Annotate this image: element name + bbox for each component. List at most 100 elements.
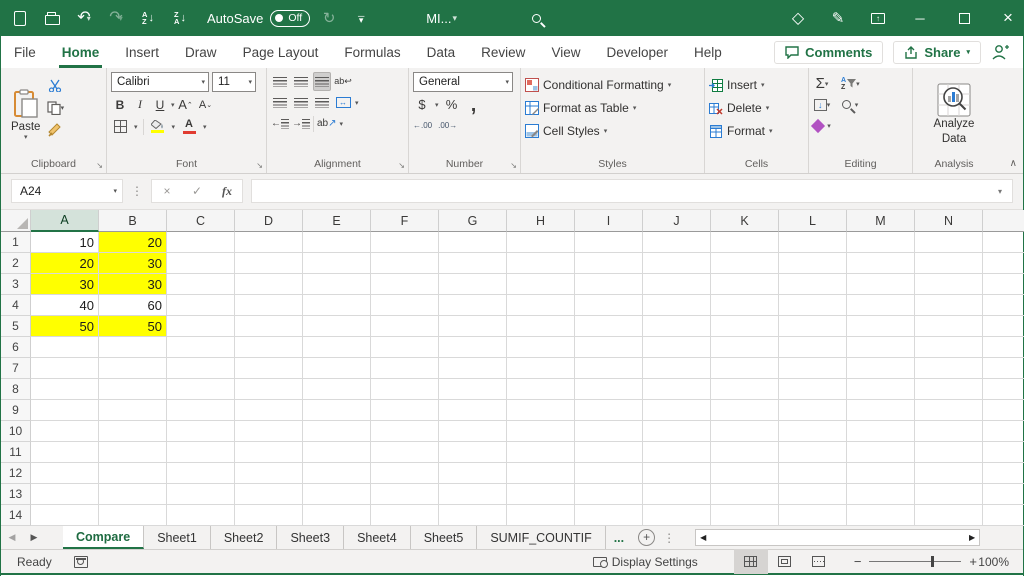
cell-L2[interactable] bbox=[779, 253, 847, 274]
inking-pen-icon[interactable]: ✎ bbox=[825, 5, 851, 31]
cell-J7[interactable] bbox=[643, 358, 711, 379]
cell-F14[interactable] bbox=[371, 505, 439, 526]
analyze-data-button[interactable]: Analyze Data bbox=[926, 72, 983, 157]
undo-icon[interactable]: ↶▾ bbox=[71, 5, 97, 31]
tab-data[interactable]: Data bbox=[414, 36, 469, 68]
cell-E9[interactable] bbox=[303, 400, 371, 421]
number-format-combo[interactable]: General▾ bbox=[413, 72, 513, 92]
cell-A13[interactable] bbox=[31, 484, 99, 505]
tab-view[interactable]: View bbox=[538, 36, 593, 68]
redo-icon[interactable]: ↷▾ bbox=[103, 5, 129, 31]
cell-J9[interactable] bbox=[643, 400, 711, 421]
cell-A6[interactable] bbox=[31, 337, 99, 358]
zoom-slider-thumb[interactable] bbox=[931, 556, 934, 567]
paste-button[interactable]: Paste ▾ bbox=[5, 72, 46, 157]
tab-help[interactable]: Help bbox=[681, 36, 735, 68]
cell-F3[interactable] bbox=[371, 274, 439, 295]
cell-D3[interactable] bbox=[235, 274, 303, 295]
cell-C7[interactable] bbox=[167, 358, 235, 379]
select-all-corner[interactable] bbox=[1, 210, 31, 232]
cell-J3[interactable] bbox=[643, 274, 711, 295]
people-icon[interactable] bbox=[991, 44, 1011, 60]
cell-K12[interactable] bbox=[711, 463, 779, 484]
cell-L12[interactable] bbox=[779, 463, 847, 484]
minimize-button[interactable]: ─ bbox=[905, 5, 935, 31]
number-dialog-launcher[interactable]: ↘ bbox=[510, 161, 517, 170]
cell-I10[interactable] bbox=[575, 421, 643, 442]
cell-D4[interactable] bbox=[235, 295, 303, 316]
cell-J12[interactable] bbox=[643, 463, 711, 484]
cell-H1[interactable] bbox=[507, 232, 575, 253]
zoom-in-icon[interactable]: + bbox=[969, 554, 977, 569]
conditional-formatting-button[interactable]: Conditional Formatting▾ bbox=[525, 74, 700, 96]
cell-F9[interactable] bbox=[371, 400, 439, 421]
cell-E3[interactable] bbox=[303, 274, 371, 295]
cell-C4[interactable] bbox=[167, 295, 235, 316]
underline-button[interactable]: U bbox=[151, 95, 169, 114]
cell-C10[interactable] bbox=[167, 421, 235, 442]
cell-K7[interactable] bbox=[711, 358, 779, 379]
cell-B6[interactable] bbox=[99, 337, 167, 358]
cell-C6[interactable] bbox=[167, 337, 235, 358]
cell-F13[interactable] bbox=[371, 484, 439, 505]
cell-H4[interactable] bbox=[507, 295, 575, 316]
cell-M3[interactable] bbox=[847, 274, 915, 295]
tab-draw[interactable]: Draw bbox=[172, 36, 230, 68]
column-header-G[interactable]: G bbox=[439, 210, 507, 232]
tab-splitter[interactable]: ⋮ bbox=[663, 531, 675, 545]
row-header-10[interactable]: 10 bbox=[1, 421, 31, 442]
cell-A1[interactable]: 10 bbox=[31, 232, 99, 253]
fill-down-icon[interactable]: ↓▾ bbox=[813, 95, 831, 114]
cell-A5[interactable]: 50 bbox=[31, 316, 99, 337]
orientation-dropdown[interactable]: ▾ bbox=[340, 120, 344, 128]
cell-G11[interactable] bbox=[439, 442, 507, 463]
cell-I3[interactable] bbox=[575, 274, 643, 295]
cell-E6[interactable] bbox=[303, 337, 371, 358]
cell-K1[interactable] bbox=[711, 232, 779, 253]
search-icon[interactable] bbox=[523, 5, 549, 31]
cell-A2[interactable]: 20 bbox=[31, 253, 99, 274]
tab-developer[interactable]: Developer bbox=[593, 36, 681, 68]
zoom-out-icon[interactable]: − bbox=[854, 554, 862, 569]
cell-B4[interactable]: 60 bbox=[99, 295, 167, 316]
cell-C1[interactable] bbox=[167, 232, 235, 253]
cell-E7[interactable] bbox=[303, 358, 371, 379]
cell-N12[interactable] bbox=[915, 463, 983, 484]
cell-B3[interactable]: 30 bbox=[99, 274, 167, 295]
cell-M2[interactable] bbox=[847, 253, 915, 274]
cell-B10[interactable] bbox=[99, 421, 167, 442]
align-middle-icon[interactable] bbox=[292, 72, 310, 91]
cell-H5[interactable] bbox=[507, 316, 575, 337]
cell-N6[interactable] bbox=[915, 337, 983, 358]
align-center-icon[interactable] bbox=[292, 93, 310, 112]
cell-J13[interactable] bbox=[643, 484, 711, 505]
cell-G14[interactable] bbox=[439, 505, 507, 526]
cut-icon[interactable] bbox=[46, 76, 64, 95]
cell-L4[interactable] bbox=[779, 295, 847, 316]
cell-I9[interactable] bbox=[575, 400, 643, 421]
cell-K2[interactable] bbox=[711, 253, 779, 274]
clear-eraser-icon[interactable]: ▾ bbox=[813, 116, 831, 135]
cell-E4[interactable] bbox=[303, 295, 371, 316]
cell-N4[interactable] bbox=[915, 295, 983, 316]
cell-D2[interactable] bbox=[235, 253, 303, 274]
decrease-indent-icon[interactable]: ← bbox=[271, 114, 289, 133]
sheet-tab-sheet3[interactable]: Sheet3 bbox=[277, 526, 344, 549]
cell-C13[interactable] bbox=[167, 484, 235, 505]
cell-G1[interactable] bbox=[439, 232, 507, 253]
column-header-I[interactable]: I bbox=[575, 210, 643, 232]
cell-B8[interactable] bbox=[99, 379, 167, 400]
cell-D6[interactable] bbox=[235, 337, 303, 358]
cell-styles-button[interactable]: Cell Styles▾ bbox=[525, 120, 700, 142]
cell-B14[interactable] bbox=[99, 505, 167, 526]
normal-view-button[interactable] bbox=[734, 549, 768, 574]
cell-E8[interactable] bbox=[303, 379, 371, 400]
cell-L5[interactable] bbox=[779, 316, 847, 337]
cell-N13[interactable] bbox=[915, 484, 983, 505]
cell-L7[interactable] bbox=[779, 358, 847, 379]
maximize-button[interactable] bbox=[949, 5, 979, 31]
cell-L14[interactable] bbox=[779, 505, 847, 526]
row-header-2[interactable]: 2 bbox=[1, 253, 31, 274]
cell-I11[interactable] bbox=[575, 442, 643, 463]
cell-M8[interactable] bbox=[847, 379, 915, 400]
